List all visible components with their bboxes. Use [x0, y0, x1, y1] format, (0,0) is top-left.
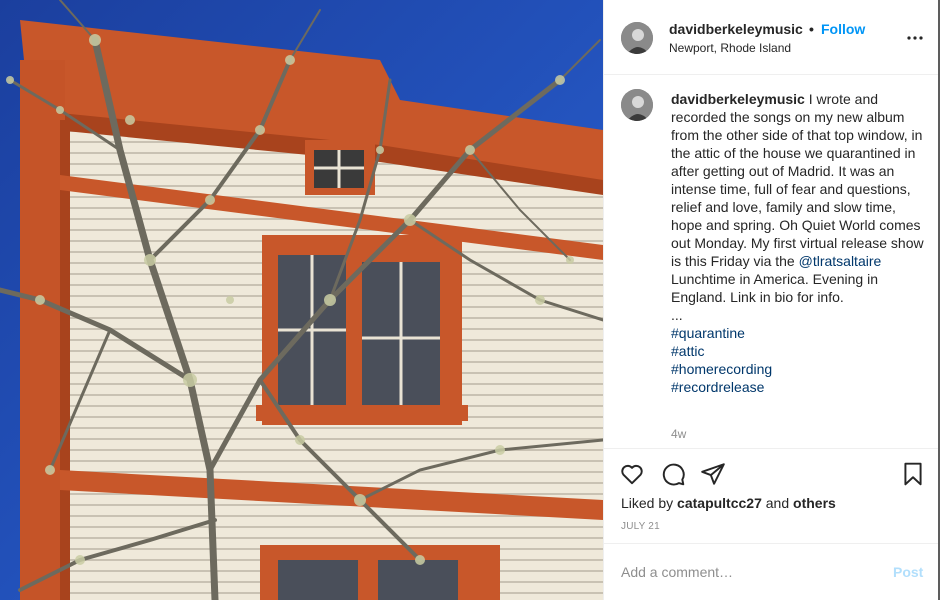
add-comment-bar: Post	[604, 543, 939, 600]
hashtag-link[interactable]: #recordrelease	[671, 378, 926, 396]
separator-dot: •	[809, 21, 814, 37]
share-button[interactable]	[700, 461, 726, 487]
paper-plane-icon	[701, 463, 725, 485]
post-header: davidberkeleymusic • Follow Newport, Rho…	[604, 0, 939, 75]
avatar-image	[621, 89, 653, 121]
post-date[interactable]: JULY 21	[621, 521, 660, 532]
hashtag-link[interactable]: #quarantine	[671, 324, 926, 342]
bookmark-icon	[904, 462, 922, 486]
post-photo[interactable]	[0, 0, 603, 600]
caption-text: davidberkeleymusic I wrote and recorded …	[671, 90, 926, 396]
caption-avatar[interactable]	[621, 89, 653, 121]
avatar-image	[621, 22, 653, 54]
location-link[interactable]: Newport, Rhode Island	[669, 41, 791, 55]
more-options-button[interactable]	[903, 26, 927, 50]
comment-button[interactable]	[660, 461, 686, 487]
comments-section: davidberkeleymusic I wrote and recorded …	[604, 75, 939, 448]
caption-body: I wrote and recorded the songs on my new…	[671, 91, 924, 269]
post-dialog: davidberkeleymusic • Follow Newport, Rho…	[0, 0, 940, 600]
more-horizontal-icon	[907, 36, 923, 40]
username-link[interactable]: davidberkeleymusic	[669, 21, 803, 37]
caption-ellipsis: ...	[671, 307, 683, 323]
caption-username-link[interactable]: davidberkeleymusic	[671, 91, 805, 107]
comment-input[interactable]	[621, 562, 881, 582]
heart-icon	[621, 464, 643, 485]
likes-prefix: Liked by	[621, 495, 678, 511]
post-details-panel: davidberkeleymusic • Follow Newport, Rho…	[603, 0, 939, 600]
hashtag-link[interactable]: #attic	[671, 342, 926, 360]
post-comment-button[interactable]: Post	[893, 564, 923, 580]
caption-body-end: Lunchtime in America. Evening in England…	[671, 271, 878, 305]
like-button[interactable]	[619, 461, 645, 487]
likes-others-link[interactable]: others	[793, 495, 836, 511]
avatar[interactable]	[621, 22, 653, 54]
save-button[interactable]	[900, 461, 926, 487]
action-bar: Liked by catapultcc27 and others JULY 21	[604, 448, 939, 543]
mention-link[interactable]: @tlratsaltaire	[799, 253, 882, 269]
house-photo-illustration	[0, 0, 603, 600]
likes-summary: Liked by catapultcc27 and others	[621, 495, 836, 511]
liker-username-link[interactable]: catapultcc27	[677, 495, 762, 511]
hashtag-link[interactable]: #homerecording	[671, 360, 926, 378]
comment-icon	[662, 463, 685, 486]
caption-timestamp[interactable]: 4w	[671, 427, 686, 441]
follow-button[interactable]: Follow	[821, 21, 865, 37]
likes-middle: and	[761, 495, 794, 511]
